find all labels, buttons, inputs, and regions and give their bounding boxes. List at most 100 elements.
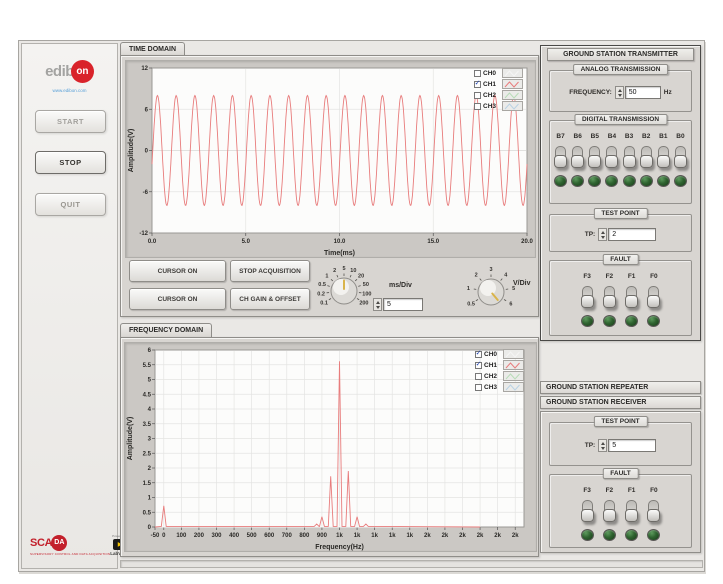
toggle-switch-f2[interactable] <box>604 286 615 308</box>
toggle-switch-b3[interactable] <box>624 146 635 168</box>
svg-text:1k: 1k <box>371 533 378 539</box>
toggle-switch-f1[interactable] <box>626 500 637 522</box>
legend-swatch-ch1 <box>502 79 523 89</box>
legend-checkbox-ch2[interactable] <box>474 92 481 99</box>
bit-label-b4: B4 <box>608 133 616 141</box>
svg-text:0: 0 <box>148 525 152 531</box>
ms-div-knob[interactable]: 0.10.20.5125102050100200 <box>309 256 379 320</box>
legend-label-ch3: CH3 <box>483 103 500 110</box>
toggle-switch-f0[interactable] <box>648 286 659 308</box>
svg-text:10: 10 <box>350 268 356 274</box>
bit-label-f3: F3 <box>583 273 591 281</box>
app-window: edib on www.edibon.com START STOP QUIT S… <box>18 40 705 572</box>
toggle-switch-b1[interactable] <box>658 146 669 168</box>
svg-text:5.0: 5.0 <box>242 239 251 245</box>
svg-text:15.0: 15.0 <box>427 239 439 245</box>
horizontal-scrollbar[interactable] <box>120 560 703 568</box>
svg-text:0.0: 0.0 <box>148 239 157 245</box>
led-b2 <box>640 175 653 187</box>
toggle-switch-b0[interactable] <box>675 146 686 168</box>
legend-checkbox-ch2[interactable] <box>475 373 482 380</box>
tx-fault-group: FAULT F3F2F1F0 <box>549 260 692 336</box>
legend-label-ch1: CH1 <box>484 362 501 369</box>
svg-text:0: 0 <box>145 149 149 155</box>
cursor-on-button-2[interactable]: CURSOR ON <box>129 288 226 310</box>
toggle-switch-f2[interactable] <box>604 500 615 522</box>
tx-tp-field[interactable]: 2 <box>608 228 656 241</box>
rx-fault-title: FAULT <box>602 468 638 479</box>
bank-column-b7: B7 <box>554 133 567 187</box>
analog-transmission-title: ANALOG TRANSMISSION <box>573 64 669 75</box>
svg-text:4.5: 4.5 <box>143 392 152 398</box>
svg-text:50: 50 <box>363 282 369 288</box>
legend-checkbox-ch3[interactable] <box>474 103 481 110</box>
tab-frequency-domain[interactable]: FREQUENCY DOMAIN <box>120 323 212 337</box>
tx-tp-spinner: 2 <box>598 228 656 241</box>
bank-column-b0: B0 <box>674 133 687 187</box>
toggle-switch-f1[interactable] <box>626 286 637 308</box>
bank-column-f1: F1 <box>625 273 638 327</box>
toggle-switch-f3[interactable] <box>582 500 593 522</box>
svg-text:2k: 2k <box>459 533 466 539</box>
bit-label-f3: F3 <box>583 487 591 495</box>
scada-logo-circle: DA <box>51 535 67 551</box>
svg-text:6: 6 <box>509 302 512 308</box>
transmitter-title: GROUND STATION TRANSMITTER <box>547 48 694 61</box>
legend-checkbox-ch1[interactable]: ✓ <box>474 81 481 88</box>
led-b7 <box>554 175 567 187</box>
bank-column-b2: B2 <box>640 133 653 187</box>
ms-div-field[interactable]: 5 <box>383 298 423 311</box>
frequency-spin-buttons[interactable] <box>615 86 624 99</box>
rx-tp-spin-down[interactable] <box>599 446 606 452</box>
rx-tp-label: TP: <box>585 442 595 449</box>
legend-checkbox-ch3[interactable] <box>475 384 482 391</box>
legend-row-ch3: CH3 <box>475 382 524 392</box>
ms-div-spin-buttons[interactable] <box>373 298 382 311</box>
legend-checkbox-ch0[interactable]: ✓ <box>475 351 482 358</box>
bank-column-f0: F0 <box>647 487 660 541</box>
v-div-knob[interactable]: 0.5123456 <box>456 257 526 321</box>
toggle-switch-b2[interactable] <box>641 146 652 168</box>
svg-text:500: 500 <box>247 533 258 539</box>
svg-text:0.1: 0.1 <box>320 301 328 307</box>
cursor-on-button-1[interactable]: CURSOR ON <box>129 260 226 282</box>
toggle-switch-f0[interactable] <box>648 500 659 522</box>
quit-button[interactable]: QUIT <box>35 193 106 216</box>
svg-text:2k: 2k <box>494 533 501 539</box>
svg-text:600: 600 <box>264 533 275 539</box>
legend-row-ch2: CH2 <box>474 90 523 100</box>
rx-tp-field[interactable]: 5 <box>608 439 656 452</box>
svg-text:900: 900 <box>317 533 328 539</box>
stop-acquisition-button[interactable]: STOP ACQUISITION <box>230 260 310 282</box>
toggle-switch-b6[interactable] <box>572 146 583 168</box>
legend-checkbox-ch1[interactable]: ✓ <box>475 362 482 369</box>
ms-div-spin-down[interactable] <box>374 305 381 311</box>
bank-column-f3: F3 <box>581 273 594 327</box>
tx-tp-spin-down[interactable] <box>599 235 606 241</box>
svg-text:1k: 1k <box>336 533 343 539</box>
ms-div-spinner: 5 <box>373 298 423 311</box>
tx-tp-spin-buttons[interactable] <box>598 228 607 241</box>
legend-checkbox-ch0[interactable] <box>474 70 481 77</box>
legend-swatch-ch0 <box>502 68 523 78</box>
tab-time-domain[interactable]: TIME DOMAIN <box>120 42 185 56</box>
bit-label-b0: B0 <box>676 133 684 141</box>
start-button[interactable]: START <box>35 110 106 133</box>
svg-text:0.2: 0.2 <box>317 291 325 297</box>
toggle-switch-b5[interactable] <box>589 146 600 168</box>
ch-gain-offset-button[interactable]: CH GAIN & OFFSET <box>230 288 310 310</box>
frequency-field[interactable]: 50 <box>625 86 661 99</box>
stop-button[interactable]: STOP <box>35 151 106 174</box>
toggle-switch-b4[interactable] <box>606 146 617 168</box>
toggle-switch-b7[interactable] <box>555 146 566 168</box>
led-b1 <box>657 175 670 187</box>
svg-text:1: 1 <box>148 496 152 502</box>
legend-swatch-ch0 <box>503 349 524 359</box>
bit-label-f0: F0 <box>650 487 658 495</box>
toggle-switch-f3[interactable] <box>582 286 593 308</box>
tx-tp-label: TP: <box>585 231 595 238</box>
frequency-spin-down[interactable] <box>616 93 623 99</box>
rx-tp-spin-buttons[interactable] <box>598 439 607 452</box>
time-legend: CH0✓CH1CH2CH3 <box>474 68 523 111</box>
svg-text:700: 700 <box>282 533 293 539</box>
